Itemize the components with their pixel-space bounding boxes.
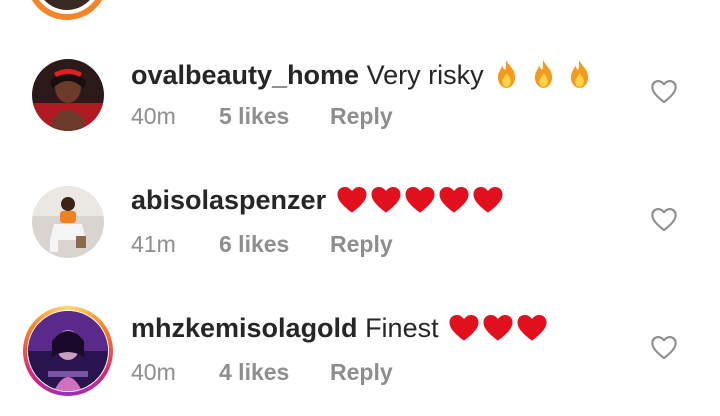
- comment-meta: 40m 5 likes Reply: [131, 103, 393, 130]
- like-button[interactable]: [650, 206, 678, 232]
- like-button[interactable]: [650, 334, 678, 360]
- comment-item: ovalbeauty_home Very risky 40m 5 likes Rep…: [0, 48, 720, 148]
- heart-icon: [438, 185, 470, 222]
- reply-button[interactable]: Reply: [330, 103, 393, 130]
- heart-icon: [370, 185, 402, 222]
- avatar[interactable]: [32, 186, 104, 258]
- story-ring[interactable]: [23, 306, 113, 396]
- comment-text: Finest: [365, 313, 439, 343]
- comment-time: 40m: [131, 103, 176, 129]
- heart-icon: [516, 313, 548, 350]
- comment-item: mhzkemisolagold Finest 40m 4 likes Reply: [0, 304, 720, 404]
- comment-likes[interactable]: 6 likes: [219, 231, 330, 258]
- avatar[interactable]: [32, 59, 104, 131]
- heart-icon: [448, 313, 480, 350]
- heart-icon: [336, 185, 368, 222]
- fire-icon: [530, 59, 557, 97]
- like-button[interactable]: [650, 78, 678, 104]
- comment-line: mhzkemisolagold Finest: [131, 311, 548, 350]
- heart-icon: [482, 313, 514, 350]
- heart-outline-icon[interactable]: [650, 334, 678, 360]
- reply-button[interactable]: Reply: [330, 359, 393, 386]
- comment-time: 41m: [131, 231, 176, 257]
- comment-meta: 41m 6 likes Reply: [131, 231, 393, 258]
- fire-icon: [493, 59, 520, 97]
- comment-line: abisolaspenzer: [131, 183, 504, 222]
- reply-button[interactable]: Reply: [330, 231, 393, 258]
- heart-icon: [472, 185, 504, 222]
- comment-username[interactable]: ovalbeauty_home: [131, 60, 359, 90]
- comment-likes[interactable]: 5 likes: [219, 103, 330, 130]
- comment-line: ovalbeauty_home Very risky: [131, 58, 593, 97]
- comment-time: 40m: [131, 359, 176, 385]
- comment-likes[interactable]: 4 likes: [219, 359, 330, 386]
- heart-outline-icon[interactable]: [650, 78, 678, 104]
- heart-icon: [404, 185, 436, 222]
- previous-comment-avatar[interactable]: [26, 0, 108, 20]
- comment-username[interactable]: abisolaspenzer: [131, 185, 326, 215]
- fire-icon: [566, 59, 593, 97]
- avatar[interactable]: [28, 311, 108, 391]
- comment-item: abisolaspenzer 41m 6 likes Reply: [0, 176, 720, 276]
- comment-meta: 40m 4 likes Reply: [131, 359, 393, 386]
- comment-text: Very risky: [366, 60, 484, 90]
- heart-outline-icon[interactable]: [650, 206, 678, 232]
- comment-username[interactable]: mhzkemisolagold: [131, 313, 358, 343]
